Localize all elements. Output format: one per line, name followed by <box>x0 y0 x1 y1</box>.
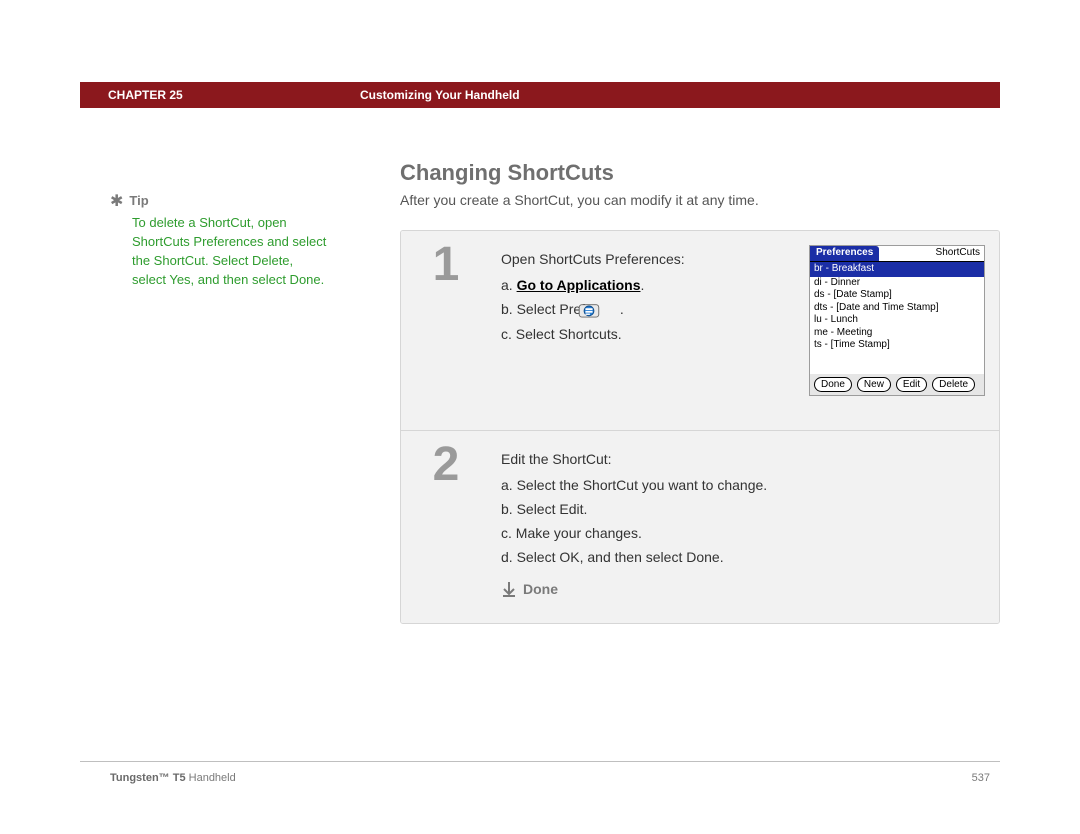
footer: Tungsten™ T5 Handheld 537 <box>110 772 990 784</box>
page-heading: Changing ShortCuts <box>400 160 1000 186</box>
substep-suffix: . <box>620 301 624 317</box>
palm-title-right: ShortCuts <box>932 246 984 261</box>
done-label: Done <box>523 581 558 597</box>
header-bar: CHAPTER 25 Customizing Your Handheld <box>80 82 1000 108</box>
substep-suffix: . <box>641 277 645 293</box>
tip-body: To delete a ShortCut, open ShortCuts Pre… <box>110 214 330 289</box>
footer-product-bold: Tungsten™ T5 <box>110 772 186 784</box>
palm-new-button[interactable]: New <box>857 377 891 392</box>
palm-delete-button[interactable]: Delete <box>932 377 975 392</box>
step-number: 1 <box>401 231 491 430</box>
done-indicator: Done <box>501 581 989 597</box>
header-title: Customizing Your Handheld <box>360 88 520 102</box>
palm-list-item[interactable]: me - Meeting <box>814 327 980 340</box>
header-chapter: CHAPTER 25 <box>80 88 360 102</box>
arrow-down-icon <box>501 581 517 597</box>
footer-product-rest: Handheld <box>186 772 236 784</box>
palm-list-item[interactable]: lu - Lunch <box>814 314 980 327</box>
steps-box: 1 Open ShortCuts Preferences: a. Go to A… <box>400 230 1000 624</box>
step-sublist: a. Select the ShortCut you want to chang… <box>501 477 989 565</box>
step-number: 2 <box>401 431 491 623</box>
palm-list-item[interactable]: ts - [Time Stamp] <box>814 339 980 352</box>
substep-prefix: b. <box>501 301 513 317</box>
tip-label: Tip <box>129 193 148 208</box>
footer-product: Tungsten™ T5 Handheld <box>110 772 236 784</box>
asterisk-icon: ✱ <box>110 193 123 210</box>
go-to-applications-link[interactable]: Go to Applications <box>517 277 641 293</box>
step-2: 2 Edit the ShortCut: a. Select the Short… <box>401 431 999 623</box>
palm-buttons: Done New Edit Delete <box>810 374 984 395</box>
prefs-icon <box>596 302 616 318</box>
substep-text: Select Shortcuts. <box>516 326 622 342</box>
tip-heading: ✱ Tip <box>110 190 360 210</box>
palm-list: br - Breakfast di - Dinner ds - [Date St… <box>810 262 984 374</box>
palm-titlebar: Preferences ShortCuts <box>810 246 984 262</box>
palm-list-item[interactable]: ds - [Date Stamp] <box>814 289 980 302</box>
main-column: Changing ShortCuts After you create a Sh… <box>400 160 1000 624</box>
footer-page-number: 537 <box>972 772 990 784</box>
substep-b: b. Select Edit. <box>501 501 989 517</box>
step-1: 1 Open ShortCuts Preferences: a. Go to A… <box>401 231 999 431</box>
step-body: Edit the ShortCut: a. Select the ShortCu… <box>491 431 999 623</box>
substep-a: a. Select the ShortCut you want to chang… <box>501 477 989 493</box>
footer-rule <box>80 761 1000 762</box>
palm-edit-button[interactable]: Edit <box>896 377 927 392</box>
palm-list-item[interactable]: br - Breakfast <box>810 262 984 277</box>
substep-prefix: a. <box>501 277 513 293</box>
palm-title-left: Preferences <box>810 246 879 261</box>
sidebar-tip: ✱ Tip To delete a ShortCut, open ShortCut… <box>110 190 360 289</box>
substep-d: d. Select OK, and then select Done. <box>501 549 989 565</box>
substep-c: c. Make your changes. <box>501 525 989 541</box>
palm-screenshot: Preferences ShortCuts br - Breakfast di … <box>809 245 985 396</box>
palm-list-item[interactable]: di - Dinner <box>814 277 980 290</box>
palm-done-button[interactable]: Done <box>814 377 852 392</box>
substep-prefix: c. <box>501 326 512 342</box>
page-intro: After you create a ShortCut, you can mod… <box>400 192 1000 208</box>
palm-list-item[interactable]: dts - [Date and Time Stamp] <box>814 302 980 315</box>
step-lead: Edit the ShortCut: <box>501 451 989 467</box>
